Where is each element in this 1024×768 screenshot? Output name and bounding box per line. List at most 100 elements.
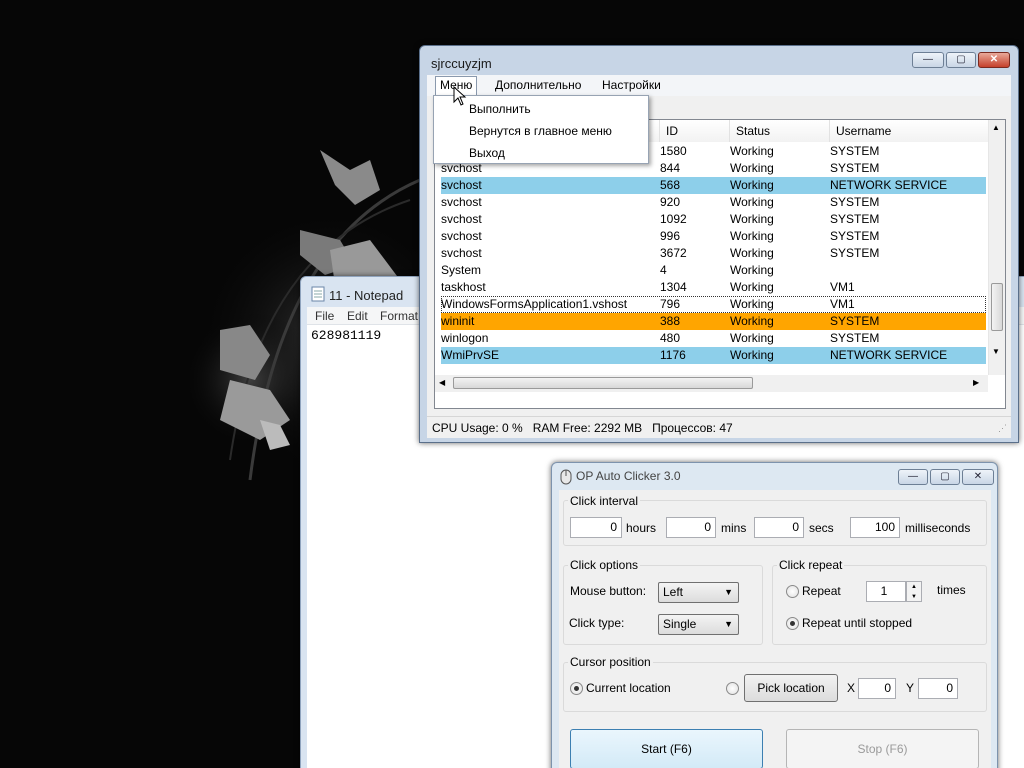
process-status-cell: Working — [730, 246, 774, 260]
clicker-close-button[interactable]: ✕ — [962, 469, 994, 485]
notepad-icon — [311, 286, 325, 302]
process-name-cell: svchost — [441, 212, 482, 226]
times-label: times — [937, 583, 966, 597]
process-id-cell: 1092 — [660, 212, 687, 226]
table-row[interactable]: svchost 920 Working SYSTEM — [441, 194, 986, 211]
vertical-scrollbar[interactable]: ▲ ▼ — [988, 120, 1005, 375]
menu-item-run[interactable]: Выполнить — [469, 102, 531, 116]
process-user-cell: SYSTEM — [830, 144, 880, 158]
process-id-cell: 996 — [660, 229, 681, 243]
mouse-button-value: Left — [663, 585, 684, 599]
notepad-content: 628981119 — [311, 328, 382, 343]
process-status-cell: Working — [730, 195, 774, 209]
menu-settings[interactable]: Настройки — [598, 78, 665, 92]
process-id-cell: 1580 — [660, 144, 687, 158]
process-id-cell: 1304 — [660, 280, 687, 294]
table-row[interactable]: WindowsFormsApplication1.vshost 796 Workin… — [441, 296, 986, 313]
click-type-select[interactable]: Single ▼ — [658, 614, 739, 635]
clicker-minimize-button[interactable]: — — [898, 469, 928, 485]
process-id-cell: 388 — [660, 314, 681, 328]
process-id-cell: 796 — [660, 297, 681, 311]
menu-item-back-to-main[interactable]: Вернутся в главное меню — [469, 124, 612, 138]
maximize-button[interactable]: ▢ — [946, 52, 976, 68]
repeat-option-label: Repeat — [802, 584, 841, 598]
process-id-cell: 568 — [660, 178, 681, 192]
process-status-cell: Working — [730, 212, 774, 226]
horizontal-scrollbar[interactable]: ◀ ▶ — [435, 375, 988, 392]
current-location-label: Current location — [586, 681, 671, 695]
mins-input[interactable]: 0 — [666, 517, 716, 538]
mins-label: mins — [721, 521, 747, 535]
milliseconds-input[interactable]: 100 — [850, 517, 900, 538]
pick-location-radio[interactable] — [726, 682, 739, 695]
click-repeat-group — [772, 565, 987, 645]
process-status-cell: Working — [730, 348, 774, 362]
repeat-radio[interactable] — [786, 585, 799, 598]
process-user-cell: SYSTEM — [830, 212, 880, 226]
hours-input[interactable]: 0 — [570, 517, 622, 538]
scroll-up-icon[interactable]: ▲ — [992, 123, 1000, 132]
process-name-cell: svchost — [441, 178, 482, 192]
status-text: CPU Usage: 0 % RAM Free: 2292 MB Процесс… — [432, 421, 733, 435]
table-row[interactable]: svchost 3672 Working SYSTEM — [441, 245, 986, 262]
auto-clicker-window[interactable]: OP Auto Clicker 3.0 — ▢ ✕ Click interval… — [551, 462, 998, 768]
notepad-menu-file[interactable]: File — [315, 309, 334, 323]
minimize-button[interactable]: — — [912, 52, 944, 68]
column-header-status[interactable]: Status — [730, 120, 830, 142]
clicker-maximize-button[interactable]: ▢ — [930, 469, 960, 485]
click-repeat-label: Click repeat — [777, 558, 845, 572]
menubar: Меню Дополнительно Настройки — [427, 75, 1011, 96]
vertical-scroll-thumb[interactable] — [991, 283, 1003, 331]
stop-button[interactable]: Stop (F6) — [786, 729, 979, 768]
table-row[interactable]: svchost 1092 Working SYSTEM — [441, 211, 986, 228]
window-title: sjrccuyzjm — [431, 56, 492, 71]
current-location-radio[interactable] — [570, 682, 583, 695]
x-input[interactable]: 0 — [858, 678, 896, 699]
repeat-until-stopped-radio[interactable] — [786, 617, 799, 630]
menu-item-exit[interactable]: Выход — [469, 146, 505, 160]
process-name-cell: System — [441, 263, 482, 277]
table-row[interactable]: wininit 388 Working SYSTEM — [441, 313, 986, 330]
column-header-id[interactable]: ID — [660, 120, 730, 142]
process-id-cell: 3672 — [660, 246, 687, 260]
menu-advanced[interactable]: Дополнительно — [491, 78, 585, 92]
secs-input[interactable]: 0 — [754, 517, 804, 538]
mouse-button-select[interactable]: Left ▼ — [658, 582, 739, 603]
table-row[interactable]: WmiPrvSE 1176 Working NETWORK SERVICE — [441, 347, 986, 364]
process-user-cell: SYSTEM — [830, 229, 880, 243]
clicker-client-area: Click interval 0 hours 0 mins 0 secs 100… — [559, 490, 991, 768]
secs-label: secs — [809, 521, 834, 535]
process-id-cell: 844 — [660, 161, 681, 175]
process-name-cell: WindowsFormsApplication1.vshost — [441, 297, 628, 311]
process-status-cell: Working — [730, 297, 774, 311]
column-header-username[interactable]: Username — [830, 120, 990, 142]
table-row[interactable]: svchost 996 Working SYSTEM — [441, 228, 986, 245]
pick-location-button[interactable]: Pick location — [744, 674, 838, 702]
process-name-cell: WmiPrvSE — [441, 348, 499, 362]
close-button[interactable]: ✕ — [978, 52, 1010, 68]
process-user-cell: SYSTEM — [830, 161, 880, 175]
process-status-cell: Working — [730, 178, 774, 192]
process-user-cell: SYSTEM — [830, 195, 880, 209]
notepad-menu-format[interactable]: Format — [380, 309, 418, 323]
horizontal-scroll-thumb[interactable] — [453, 377, 753, 389]
repeat-count-spinner[interactable]: ▲ ▼ — [906, 581, 922, 602]
process-user-cell: NETWORK SERVICE — [830, 348, 948, 362]
scroll-right-icon[interactable]: ▶ — [973, 378, 979, 387]
start-button[interactable]: Start (F6) — [570, 729, 763, 768]
table-row[interactable]: svchost 568 Working NETWORK SERVICE — [441, 177, 986, 194]
table-row[interactable]: System 4 Working — [441, 262, 986, 279]
scroll-left-icon[interactable]: ◀ — [439, 378, 445, 387]
resize-grip-icon[interactable]: ⋰ — [998, 423, 1007, 434]
notepad-menu-edit[interactable]: Edit — [347, 309, 368, 323]
process-id-cell: 1176 — [660, 348, 686, 362]
y-input[interactable]: 0 — [918, 678, 958, 699]
process-user-cell: VM1 — [830, 280, 855, 294]
click-interval-label: Click interval — [568, 494, 641, 508]
repeat-count-input[interactable]: 1 — [866, 581, 906, 602]
process-name-cell: winlogon — [441, 331, 489, 345]
table-row[interactable]: winlogon 480 Working SYSTEM — [441, 330, 986, 347]
table-row[interactable]: taskhost 1304 Working VM1 — [441, 279, 986, 296]
scroll-down-icon[interactable]: ▼ — [992, 347, 1000, 356]
mouse-cursor-icon — [453, 86, 467, 106]
